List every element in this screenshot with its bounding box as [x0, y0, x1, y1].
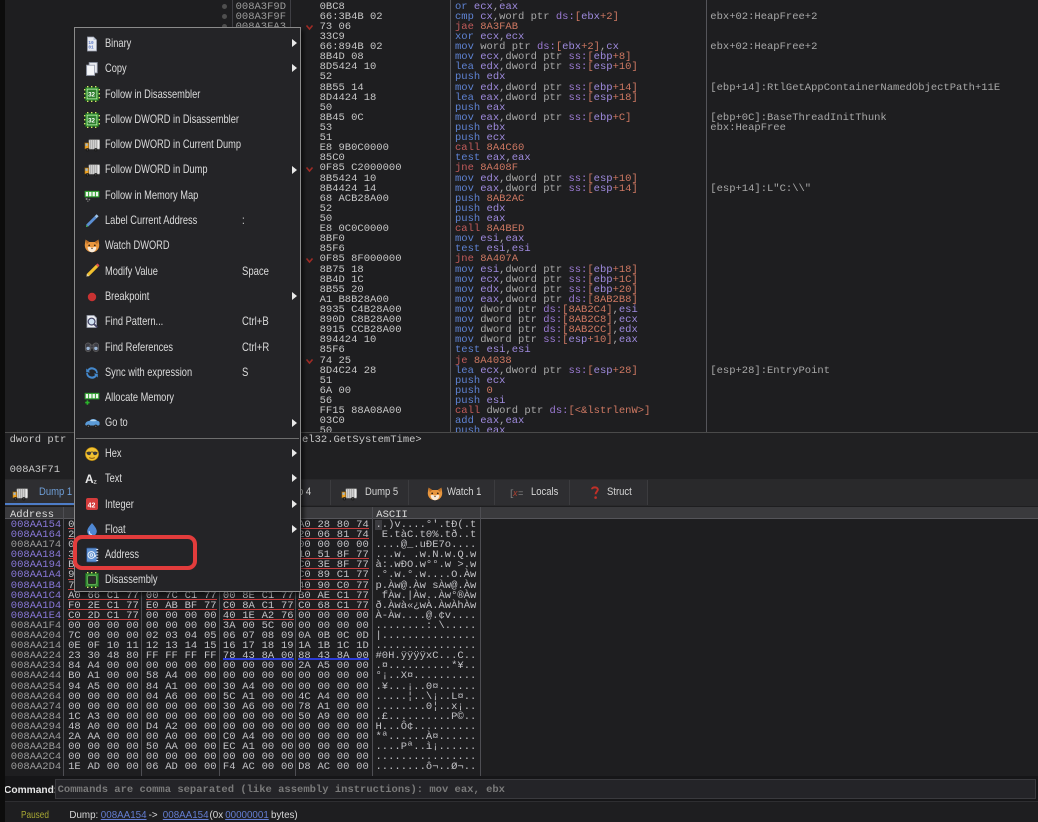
svg-text:32: 32 [88, 92, 95, 99]
svg-text:01: 01 [88, 45, 94, 50]
svg-text:=: = [518, 489, 523, 499]
svg-text:32: 32 [88, 117, 95, 124]
svg-text:42: 42 [87, 503, 95, 510]
svg-text:z: z [93, 479, 97, 486]
